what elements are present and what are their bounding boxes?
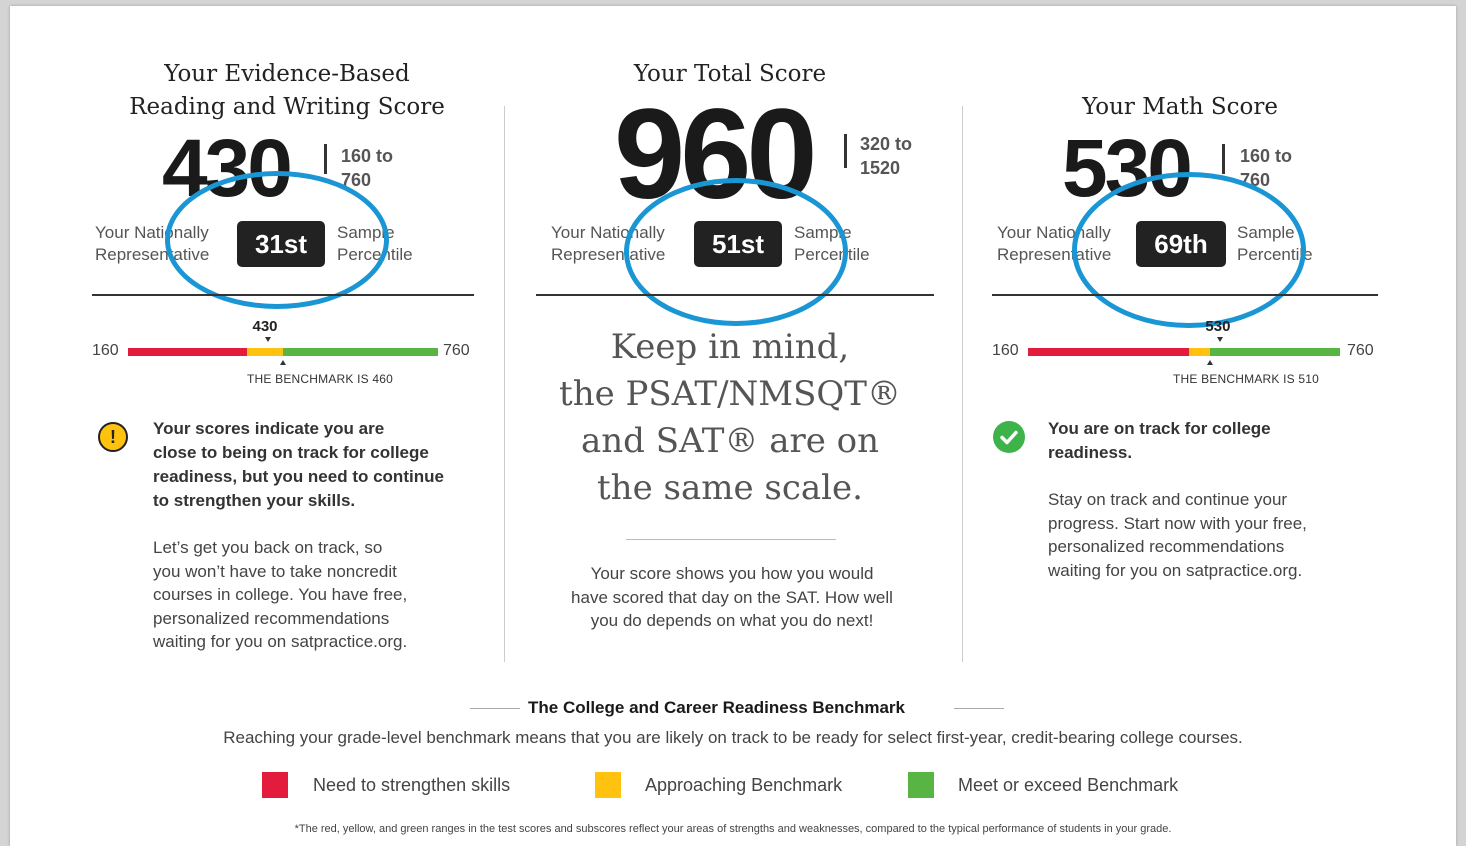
math-message: Stay on track and continue your progress… [1048, 488, 1378, 582]
reading-msg-line: Let’s get you back on track, so [153, 538, 383, 557]
math-msg-line: waiting for you on satpractice.org. [1048, 560, 1303, 580]
keep-line: Keep in mind, [610, 327, 850, 367]
footer-rule-left [470, 708, 520, 709]
total-short-divider [626, 539, 836, 540]
math-message-bold: You are on track for college readiness. [1048, 417, 1368, 465]
math-bold-line: You are on track for college [1048, 419, 1271, 438]
reading-bold-line: to strengthen your skills. [153, 491, 356, 510]
math-bold-line: readiness. [1048, 443, 1133, 462]
total-highlight-circle [624, 178, 848, 326]
math-range-divider [1222, 144, 1225, 174]
legend-label-green: Meet or exceed Benchmark [958, 775, 1179, 795]
total-range-divider [844, 134, 847, 168]
reading-axis-min: 160 [92, 342, 119, 359]
math-score-bar: 530 160 760 THE BENCHMARK IS 510 [992, 316, 1392, 396]
reading-title-line2: Reading and Writing Score [129, 94, 445, 120]
math-bar-red [1028, 348, 1190, 356]
total-divider [536, 294, 934, 296]
math-axis-max: 760 [1347, 342, 1374, 359]
reading-bar-green [283, 348, 438, 356]
total-msg-line: Your score shows you how you would [590, 564, 874, 583]
checkmark-icon [993, 421, 1025, 453]
total-range-line1: 320 to [860, 134, 913, 154]
math-marker-value: 530 [1205, 318, 1231, 335]
reading-msg-line: courses in college. You have free, [153, 585, 408, 604]
reading-msg-line: personalized recommendations [153, 608, 390, 628]
score-report-page: Your Evidence-Based Reading and Writing … [10, 6, 1456, 846]
reading-marker-arrow [264, 337, 271, 342]
keep-line: and SAT® are on [580, 421, 880, 461]
math-title: Your Math Score [1082, 94, 1278, 120]
reading-highlight-circle [165, 171, 389, 309]
reading-msg-line: you won’t have to take noncredit [153, 561, 397, 581]
reading-msg-line: waiting for you on satpractice.org. [153, 632, 408, 651]
reading-divider [92, 294, 474, 296]
reading-title-line1: Your Evidence-Based [164, 61, 410, 87]
reading-message-bold: Your scores indicate you are close to be… [153, 417, 493, 513]
reading-range: 160 to 760 [341, 144, 393, 192]
math-benchmark-text: THE BENCHMARK IS 510 [1173, 372, 1320, 386]
math-marker-arrow [1217, 337, 1224, 342]
reading-benchmark-arrow [280, 360, 286, 365]
reading-bar-yellow [246, 348, 283, 356]
checkmark-icon-glyph [1000, 430, 1018, 445]
math-msg-line: progress. Start now with your free, [1048, 513, 1307, 533]
keep-line: the PSAT/NMSQT® [559, 374, 901, 414]
total-msg-line: you do depends on what you do next! [590, 611, 874, 630]
footer-note: *The red, yellow, and green ranges in th… [294, 823, 1172, 835]
footer-rule-right [954, 708, 1004, 709]
column-divider-right [962, 106, 963, 662]
reading-message: Let’s get you back on track, so you won’… [153, 536, 493, 654]
math-highlight-circle [1072, 172, 1306, 328]
keep-in-mind-text: Keep in mind, the PSAT/NMSQT® and SAT® a… [530, 324, 930, 512]
legend-swatch-yellow [595, 772, 621, 798]
total-msg-line: have scored that day on the SAT. How wel… [571, 587, 893, 607]
math-msg-line: personalized recommendations [1048, 537, 1285, 556]
reading-range-line1: 160 to [341, 146, 394, 166]
reading-bar-red [128, 348, 247, 356]
keep-line: the same scale. [597, 468, 863, 508]
reading-benchmark-text: THE BENCHMARK IS 460 [247, 372, 394, 386]
legend-label-yellow: Approaching Benchmark [645, 775, 843, 795]
math-msg-line: Stay on track and continue your [1048, 490, 1288, 509]
reading-title: Your Evidence-Based Reading and Writing … [102, 58, 472, 124]
total-range-line2: 1520 [860, 158, 901, 178]
total-range: 320 to 1520 [860, 132, 912, 180]
reading-score-bar: 430 160 760 THE BENCHMARK IS 460 [92, 316, 492, 396]
reading-range-divider [324, 144, 327, 174]
legend-swatch-red [262, 772, 288, 798]
math-divider [992, 294, 1378, 296]
footer-title: The College and Career Readiness Benchma… [528, 698, 905, 717]
legend-label-red: Need to strengthen skills [313, 775, 511, 795]
column-divider-left [504, 106, 505, 662]
reading-axis-max: 760 [443, 342, 470, 359]
math-bar-green [1210, 348, 1340, 356]
reading-bold-line: Your scores indicate you are [153, 419, 385, 438]
math-range-line1: 160 to [1240, 146, 1293, 166]
footer-text: Reaching your grade-level benchmark mean… [223, 728, 1243, 747]
math-benchmark-arrow [1207, 360, 1213, 365]
reading-bold-line: close to being on track for college [153, 443, 429, 462]
warning-icon: ! [98, 422, 128, 452]
legend-swatch-green [908, 772, 934, 798]
reading-marker-value: 430 [252, 318, 278, 335]
math-bar-yellow [1189, 348, 1210, 356]
math-axis-min: 160 [992, 342, 1019, 359]
total-message: Your score shows you how you would have … [530, 562, 934, 633]
reading-bold-line: readiness, but you need to continue [153, 467, 444, 486]
